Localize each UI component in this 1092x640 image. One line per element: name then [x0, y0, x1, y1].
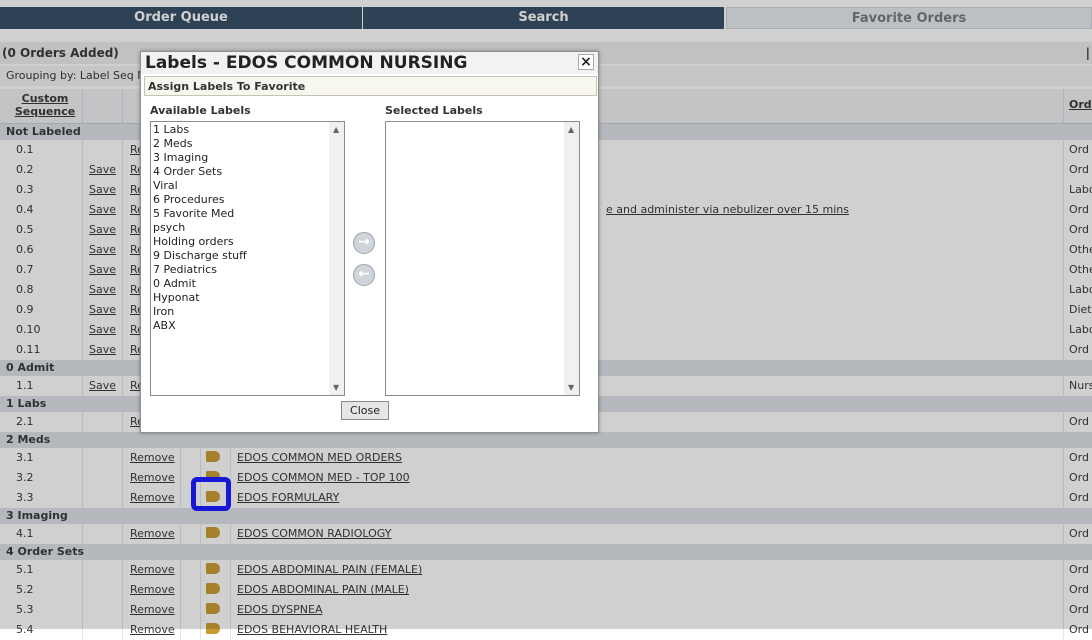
available-label-option[interactable]: 0 Admit [153, 277, 247, 291]
available-label-option[interactable]: ABX [153, 319, 247, 333]
scroll-down-icon[interactable]: ▼ [333, 383, 339, 392]
available-label-option[interactable]: 7 Pediatrics [153, 263, 247, 277]
available-label-option[interactable]: Iron [153, 305, 247, 319]
dialog-subtitle: Assign Labels To Favorite [144, 76, 597, 96]
labels-dialog: Labels - EDOS COMMON NURSING × Assign La… [140, 51, 599, 433]
available-label-option[interactable]: 9 Discharge stuff [153, 249, 247, 263]
available-label-option[interactable]: 3 Imaging [153, 151, 247, 165]
scroll-up-icon[interactable]: ▲ [568, 125, 574, 134]
arrow-left-icon: ← [358, 266, 370, 282]
scroll-down-icon[interactable]: ▼ [568, 383, 574, 392]
selected-labels-heading: Selected Labels [385, 104, 483, 117]
available-labels-heading: Available Labels [150, 104, 251, 117]
scrollbar[interactable]: ▲ ▼ [564, 122, 579, 395]
dialog-title: Labels - EDOS COMMON NURSING [141, 52, 598, 74]
selected-labels-list[interactable]: ▲ ▼ [385, 121, 580, 396]
arrow-right-icon: → [358, 234, 370, 250]
annotation-highlight-box [191, 477, 231, 511]
available-label-option[interactable]: 5 Favorite Med [153, 207, 247, 221]
available-label-option[interactable]: 4 Order Sets [153, 165, 247, 179]
close-button[interactable]: Close [341, 401, 389, 420]
available-label-option[interactable]: 1 Labs [153, 123, 247, 137]
scrollbar[interactable]: ▲ ▼ [329, 122, 344, 395]
available-label-option[interactable]: psych [153, 221, 247, 235]
available-label-option[interactable]: Viral [153, 179, 247, 193]
close-icon[interactable]: × [578, 54, 594, 70]
available-labels-list[interactable]: 1 Labs 2 Meds 3 Imaging 4 Order Sets Viral 6 … [150, 121, 345, 396]
available-label-option[interactable]: Holding orders [153, 235, 247, 249]
available-label-option[interactable]: 6 Procedures [153, 193, 247, 207]
scroll-up-icon[interactable]: ▲ [333, 125, 339, 134]
move-left-button[interactable]: ← [353, 264, 375, 286]
available-label-option[interactable]: Hyponat [153, 291, 247, 305]
available-label-option[interactable]: 2 Meds [153, 137, 247, 151]
move-right-button[interactable]: → [353, 232, 375, 254]
